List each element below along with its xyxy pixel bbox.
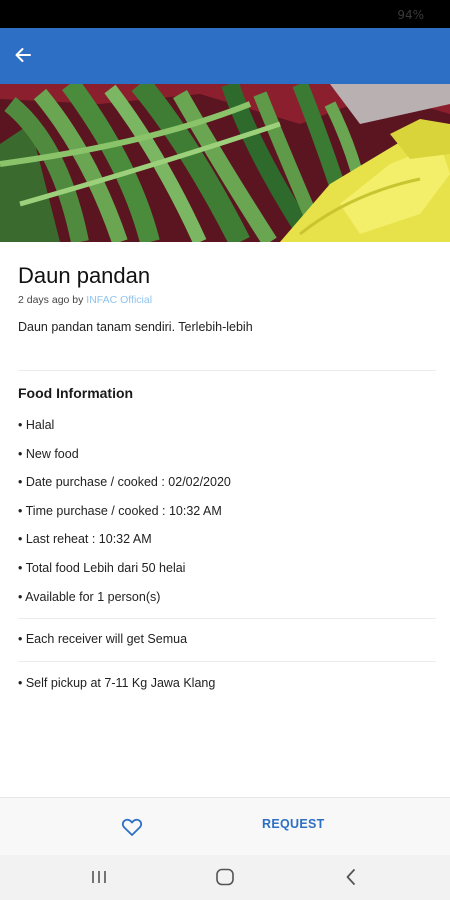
food-info-list: • Halal • New food • Date purchase / coo… <box>18 418 438 618</box>
home-button[interactable] <box>212 865 238 889</box>
app-bar <box>0 28 450 84</box>
post-meta: 2 days ago by INFAC Official <box>18 293 438 307</box>
list-item: • Halal <box>18 418 55 432</box>
post-time: 2 days ago by <box>18 294 87 306</box>
pickup-info: • Self pickup at 7-11 Kg Jawa Klang <box>18 676 216 690</box>
list-item: • Time purchase / cooked : 10:32 AM <box>18 503 222 518</box>
divider <box>18 370 436 371</box>
heart-outline-icon <box>121 818 143 836</box>
list-item: • Total food Lebih dari 50 helai <box>18 560 186 575</box>
pandan-leaves-image <box>0 84 450 242</box>
back-chevron-icon <box>346 869 355 885</box>
request-button[interactable]: REQUEST <box>262 817 325 831</box>
arrow-left-icon <box>15 48 31 62</box>
receiver-info: • Each receiver will get Semua <box>18 632 188 646</box>
list-item: • Available for 1 person(s) <box>18 589 161 604</box>
divider <box>18 618 436 619</box>
status-bar: 94% <box>0 0 450 28</box>
recents-icon <box>92 871 106 883</box>
food-photo <box>0 84 450 242</box>
action-bar: REQUEST <box>0 797 450 855</box>
food-info-heading: Food Information <box>18 385 134 401</box>
battery-indicator: 94% <box>397 8 424 22</box>
divider <box>18 661 436 662</box>
post-header: Daun pandan 2 days ago by INFAC Official… <box>18 262 438 335</box>
list-item: • Date purchase / cooked : 02/02/2020 <box>18 475 231 490</box>
system-nav-bar <box>0 855 450 900</box>
list-item: • Last reheat : 10:32 AM <box>18 532 152 547</box>
home-icon <box>216 868 234 886</box>
favorite-button[interactable] <box>120 815 144 839</box>
back-button[interactable] <box>8 40 38 70</box>
recents-button[interactable] <box>86 865 112 889</box>
post-author-link[interactable]: INFAC Official <box>86 294 152 306</box>
post-description: Daun pandan tanam sendiri. Terlebih-lebi… <box>18 320 253 334</box>
post-title: Daun pandan <box>18 263 151 288</box>
list-item: • New food <box>18 446 79 461</box>
system-back-button[interactable] <box>338 865 364 889</box>
